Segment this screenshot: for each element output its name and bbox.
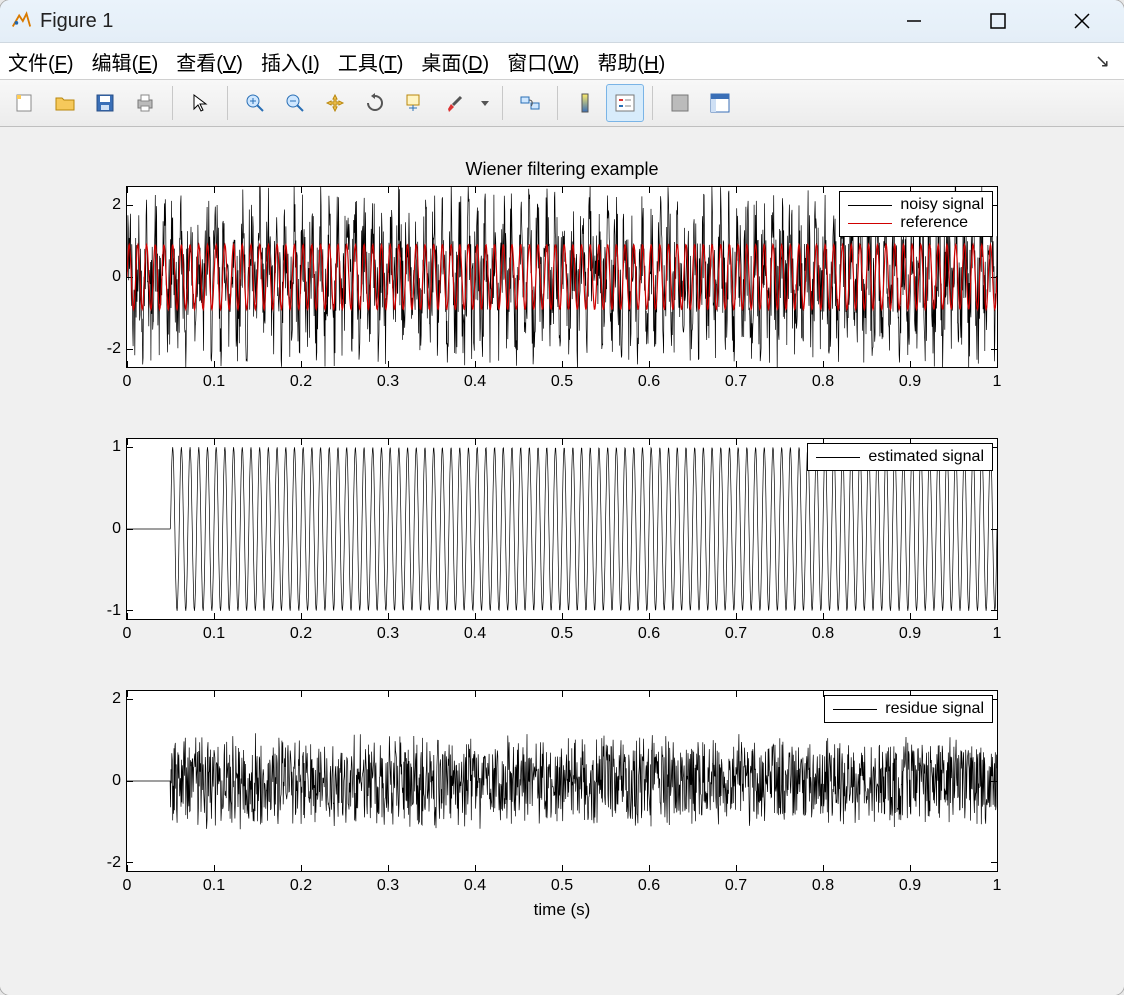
subplot-2[interactable]: -10100.10.20.30.40.50.60.70.80.91estimat… (126, 438, 998, 620)
menu-insert[interactable]: 插入(I) (261, 47, 320, 76)
menu-help[interactable]: 帮助(H) (597, 47, 665, 76)
legend-line-icon (848, 223, 892, 224)
print-button[interactable] (126, 84, 164, 122)
pan-button[interactable] (316, 84, 354, 122)
link-button[interactable] (511, 84, 549, 122)
menu-window[interactable]: 窗口(W) (507, 47, 579, 76)
x-tick-label: 0.9 (899, 625, 921, 643)
minimize-button[interactable] (892, 6, 936, 36)
legend[interactable]: residue signal (824, 695, 993, 723)
x-tick-label: 0.4 (464, 625, 486, 643)
dock-arrow-icon[interactable]: ↘ (1095, 51, 1116, 72)
x-tick-label: 0.2 (290, 373, 312, 391)
x-tick-label: 0.8 (812, 625, 834, 643)
figure-area: Wiener filtering example -20200.10.20.30… (0, 127, 1124, 995)
data-cursor-button[interactable] (396, 84, 434, 122)
brush-button[interactable] (436, 84, 474, 122)
y-tick-label: 1 (83, 438, 121, 456)
new-figure-button[interactable] (6, 84, 44, 122)
y-tick-label: -2 (83, 854, 121, 872)
titlebar: Figure 1 (0, 0, 1124, 43)
subplot-1[interactable]: -20200.10.20.30.40.50.60.70.80.91noisy s… (126, 186, 998, 368)
colorbar-button[interactable] (566, 84, 604, 122)
x-tick-label: 0.8 (812, 373, 834, 391)
menu-view[interactable]: 查看(V) (176, 47, 243, 76)
y-tick-label: 0 (83, 520, 121, 538)
pointer-button[interactable] (181, 84, 219, 122)
x-tick-label: 0.5 (551, 373, 573, 391)
x-tick-label: 0.6 (638, 373, 660, 391)
y-tick-label: 0 (83, 772, 121, 790)
x-tick-label: 0.7 (725, 877, 747, 895)
menu-tools[interactable]: 工具(T) (338, 47, 404, 76)
legend-button[interactable] (606, 84, 644, 122)
y-tick-label: 2 (83, 196, 121, 214)
figure-window: Figure 1 文件(F) 编辑(E) 查看(V) 插入(I) 工具(T) 桌… (0, 0, 1124, 995)
x-tick-label: 0.1 (203, 373, 225, 391)
legend-label: noisy signal (900, 196, 984, 214)
zoom-out-button[interactable] (276, 84, 314, 122)
subplot-3[interactable]: -20200.10.20.30.40.50.60.70.80.91residue… (126, 690, 998, 872)
x-tick-label: 0.4 (464, 373, 486, 391)
legend-line-icon (848, 205, 892, 206)
x-tick-label: 0.5 (551, 625, 573, 643)
x-tick-label: 0 (123, 625, 132, 643)
close-button[interactable] (1060, 6, 1104, 36)
chart-title: Wiener filtering example (465, 159, 658, 180)
x-tick-label: 0.6 (638, 877, 660, 895)
x-tick-label: 0.9 (899, 373, 921, 391)
x-tick-label: 0.3 (377, 373, 399, 391)
x-tick-label: 0.9 (899, 877, 921, 895)
x-tick-label: 0.3 (377, 625, 399, 643)
toolbar (0, 80, 1124, 127)
x-tick-label: 1 (993, 625, 1002, 643)
x-tick-label: 0.6 (638, 625, 660, 643)
legend[interactable]: estimated signal (807, 443, 993, 471)
x-tick-label: 0.7 (725, 625, 747, 643)
brush-dropdown[interactable] (476, 84, 494, 122)
legend-line-icon (816, 457, 860, 458)
y-tick-label: 2 (83, 690, 121, 708)
x-tick-label: 0.8 (812, 877, 834, 895)
save-button[interactable] (86, 84, 124, 122)
legend-line-icon (833, 709, 877, 710)
x-axis-label: time (s) (534, 900, 591, 920)
menu-desktop[interactable]: 桌面(D) (421, 47, 489, 76)
rotate-button[interactable] (356, 84, 394, 122)
x-tick-label: 0.5 (551, 877, 573, 895)
legend-label: reference (900, 214, 968, 232)
y-tick-label: -2 (83, 340, 121, 358)
window-title: Figure 1 (40, 10, 113, 33)
x-tick-label: 0 (123, 373, 132, 391)
legend-label: residue signal (885, 700, 984, 718)
x-tick-label: 0.4 (464, 877, 486, 895)
zoom-in-button[interactable] (236, 84, 274, 122)
menu-edit[interactable]: 编辑(E) (92, 47, 159, 76)
matlab-icon (10, 10, 32, 32)
x-tick-label: 0.2 (290, 625, 312, 643)
x-tick-label: 0.7 (725, 373, 747, 391)
x-tick-label: 0.3 (377, 877, 399, 895)
x-tick-label: 0.2 (290, 877, 312, 895)
x-tick-label: 0 (123, 877, 132, 895)
legend[interactable]: noisy signalreference (839, 191, 993, 237)
y-tick-label: -1 (83, 602, 121, 620)
menubar: 文件(F) 编辑(E) 查看(V) 插入(I) 工具(T) 桌面(D) 窗口(W… (0, 43, 1124, 80)
x-tick-label: 1 (993, 373, 1002, 391)
legend-label: estimated signal (868, 448, 984, 466)
menu-file[interactable]: 文件(F) (8, 47, 74, 76)
x-tick-label: 1 (993, 877, 1002, 895)
show-plot-tools-button[interactable] (701, 84, 739, 122)
maximize-button[interactable] (976, 6, 1020, 36)
open-button[interactable] (46, 84, 84, 122)
x-tick-label: 0.1 (203, 877, 225, 895)
y-tick-label: 0 (83, 268, 121, 286)
hide-plot-tools-button[interactable] (661, 84, 699, 122)
x-tick-label: 0.1 (203, 625, 225, 643)
